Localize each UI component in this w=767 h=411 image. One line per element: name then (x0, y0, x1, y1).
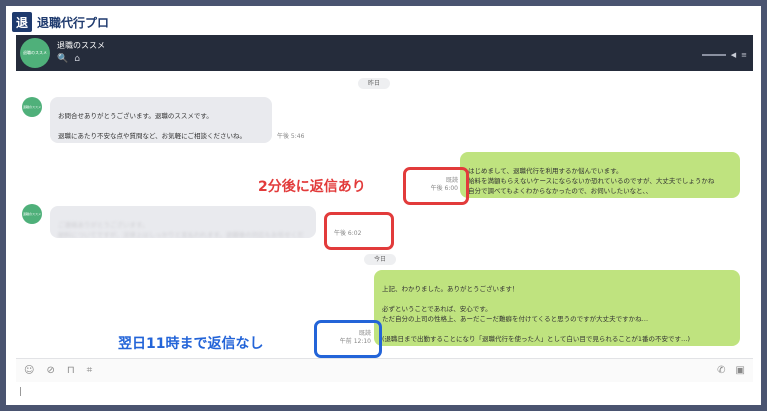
input-toolbar: ☺ ⊘ ⊓ ⌗ ✆ ▣ (16, 358, 753, 382)
sender-avatar[interactable]: 退職のススメ (22, 97, 42, 117)
volume-icon[interactable]: ◀ (731, 51, 736, 59)
chat-avatar[interactable]: 退職のススメ (20, 38, 50, 68)
annotation-red-box (324, 212, 394, 250)
message-text: はじめまして、退職代行を利用するか悩んでいます。 給料を満額もらえないケースにな… (468, 167, 715, 195)
header-icons: 🔍 ⌂ (57, 54, 80, 64)
home-icon[interactable]: ⌂ (74, 54, 80, 64)
message-bubble-outgoing: はじめまして、退職代行を利用するか悩んでいます。 給料を満額もらえないケースにな… (460, 152, 740, 198)
annotation-red-text: 2分後に返信あり (258, 179, 366, 195)
text-caret (20, 387, 21, 396)
toolbar-right: ✆ ▣ (717, 365, 745, 376)
attach-icon[interactable]: ⊘ (46, 365, 54, 376)
message-input[interactable] (16, 382, 753, 402)
header-controls: ◀ ≡ (701, 51, 747, 59)
message-bubble-incoming: お問合せありがとうございます。退職のススメです。 退職にあたり不安な点や質問など… (50, 97, 272, 143)
message-text: ご連絡ありがとうございます。 給料についてですが、法律上はしっかりと支払われます… (58, 221, 304, 238)
annotation-red-box (403, 167, 469, 205)
message-text: 上記、わかりました。ありがとうございます！ 必ずということであれば、安心です。 … (382, 285, 691, 343)
message-bubble-outgoing: 上記、わかりました。ありがとうございます！ 必ずということであれば、安心です。 … (374, 270, 740, 346)
chat-header: 退職のススメ 退職のススメ 🔍 ⌂ ◀ ≡ (16, 35, 753, 71)
screenshot-frame: 退 退職代行プロ 退職のススメ 退職のススメ 🔍 ⌂ ◀ ≡ 昨日 退職のススメ… (6, 6, 761, 405)
date-chip-yesterday: 昨日 (358, 78, 391, 89)
message-time: 午後 5:46 (277, 133, 305, 140)
screen-share-icon[interactable]: ▣ (736, 365, 745, 376)
message-bubble-incoming-blurred: ご連絡ありがとうございます。 給料についてですが、法律上はしっかりと支払われます… (50, 206, 316, 238)
brand-header: 退 退職代行プロ (12, 12, 109, 32)
volume-slider[interactable] (701, 54, 726, 56)
brand-name: 退職代行プロ (37, 15, 110, 30)
sender-avatar[interactable]: 退職のススメ (22, 204, 42, 224)
bookmark-icon[interactable]: ⊓ (67, 365, 75, 376)
emoji-icon[interactable]: ☺ (24, 365, 34, 376)
brand-logo-icon: 退 (12, 12, 32, 32)
menu-icon[interactable]: ≡ (741, 51, 747, 59)
message-text: お問合せありがとうございます。退職のススメです。 退職にあたり不安な点や質問など… (58, 112, 247, 140)
date-chip-today: 今日 (364, 254, 397, 265)
annotation-blue-text: 翌日11時まで返信なし (118, 336, 264, 352)
search-icon[interactable]: 🔍 (57, 54, 68, 64)
annotation-blue-box (314, 320, 382, 358)
crop-icon[interactable]: ⌗ (87, 365, 93, 376)
chat-title: 退職のススメ (57, 41, 105, 50)
call-icon[interactable]: ✆ (717, 365, 725, 376)
